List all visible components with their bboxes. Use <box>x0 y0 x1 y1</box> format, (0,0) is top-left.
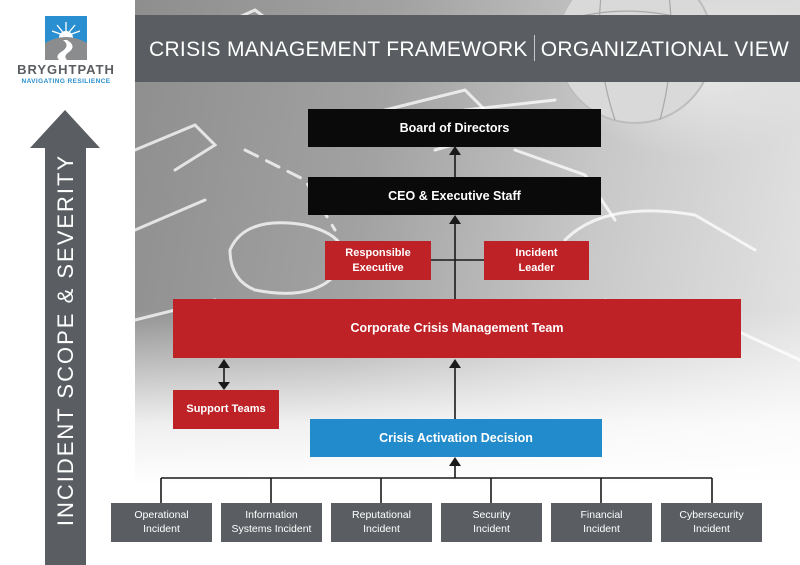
incident-line1: Security <box>472 508 511 521</box>
arrowhead-ceo <box>449 215 461 224</box>
ceo-executive-staff-box: CEO & Executive Staff <box>308 177 601 215</box>
support-teams-label: Support Teams <box>186 403 266 416</box>
board-label: Board of Directors <box>399 120 510 135</box>
arrowhead-activation <box>449 457 461 466</box>
crisis-activation-decision-box: Crisis Activation Decision <box>310 419 602 457</box>
incident-box-operational: Operational Incident <box>111 503 212 542</box>
incident-box-security: Security Incident <box>441 503 542 542</box>
connector-lines <box>160 146 713 503</box>
arrowhead-support-down <box>218 382 230 390</box>
incident-line2: Incident <box>363 522 400 535</box>
support-teams-box: Support Teams <box>173 390 279 429</box>
incident-box-information-systems: Information Systems Incident <box>221 503 322 542</box>
incident-line1: Reputational <box>352 508 411 521</box>
ccmt-label: Corporate Crisis Management Team <box>350 321 564 336</box>
incident-line2: Incident <box>143 522 180 535</box>
arrowhead-board <box>449 146 461 155</box>
incident-leader-line2: Leader <box>518 261 555 274</box>
arrowhead-support-up <box>218 359 230 368</box>
incident-line2: Systems Incident <box>231 522 312 535</box>
incident-leader-box: Incident Leader <box>484 241 589 280</box>
corporate-crisis-management-team-box: Corporate Crisis Management Team <box>173 299 741 358</box>
incident-leader-line1: Incident <box>515 247 558 260</box>
incident-line1: Operational <box>134 508 189 521</box>
incident-box-cybersecurity: Cybersecurity Incident <box>661 503 762 542</box>
responsible-executive-box: Responsible Executive <box>325 241 431 280</box>
incident-line2: Incident <box>693 522 730 535</box>
incident-box-financial: Financial Incident <box>551 503 652 542</box>
arrowhead-ccmt <box>449 359 461 368</box>
responsible-executive-line1: Responsible <box>345 247 411 260</box>
board-of-directors-box: Board of Directors <box>308 109 601 147</box>
incident-line2: Incident <box>473 522 510 535</box>
ceo-label: CEO & Executive Staff <box>388 188 521 203</box>
incident-line1: Information <box>245 508 298 521</box>
incident-line2: Incident <box>583 522 620 535</box>
incident-line1: Financial <box>580 508 623 521</box>
incident-line1: Cybersecurity <box>679 508 744 521</box>
responsible-executive-line2: Executive <box>352 261 404 274</box>
activation-label: Crisis Activation Decision <box>379 430 533 445</box>
incident-box-reputational: Reputational Incident <box>331 503 432 542</box>
